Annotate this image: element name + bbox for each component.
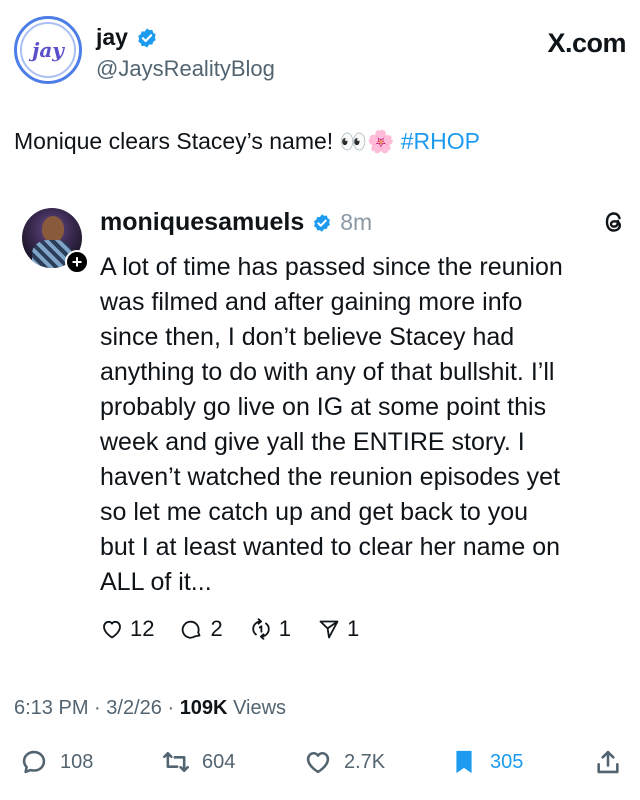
- post-line: haven’t watched the reunion episodes yet: [100, 463, 561, 491]
- comment-icon: [182, 620, 201, 639]
- views-label: Views: [233, 697, 287, 719]
- tweet-action-bar: 108 604 2.7K 305: [14, 744, 626, 780]
- tweet-text-body: Monique clears Stacey’s name!: [14, 128, 340, 154]
- share-button[interactable]: [594, 744, 622, 780]
- author-avatar-logo: jay: [20, 22, 76, 78]
- follow-plus-icon[interactable]: +: [65, 250, 89, 274]
- bookmark-filled-icon: [456, 750, 472, 774]
- bookmark-count: 305: [490, 750, 524, 773]
- author-handle[interactable]: @JaysRealityBlog: [96, 56, 275, 82]
- embedded-reply-count: 2: [210, 616, 223, 641]
- repost-icon: [252, 618, 270, 640]
- embedded-timestamp: 8m: [340, 209, 373, 235]
- embedded-display-name[interactable]: moniquesamuels: [100, 208, 304, 237]
- avatar-face-shape: [42, 216, 64, 242]
- embedded-actions: 12 2 1 1: [100, 616, 359, 642]
- embedded-repost-count: 1: [278, 616, 291, 641]
- repost-count: 604: [202, 750, 236, 773]
- author-name-row: jay: [96, 24, 158, 51]
- tweet-text: Monique clears Stacey’s name! 👀🌸 #RHOP: [14, 124, 480, 159]
- verified-badge-icon: [138, 27, 156, 48]
- post-line: ALL of it...: [100, 568, 212, 596]
- meta-separator: ·: [167, 697, 175, 719]
- embedded-repost-button[interactable]: 1: [249, 616, 291, 642]
- send-icon: [319, 620, 339, 639]
- x-brand-logo: X.com: [547, 28, 626, 58]
- like-button[interactable]: 2.7K: [304, 744, 385, 780]
- share-icon: [597, 750, 619, 774]
- reply-icon: [22, 750, 46, 774]
- post-line: anything to do with any of that bullshit…: [100, 358, 555, 386]
- views-count[interactable]: 109K: [180, 697, 228, 719]
- post-line: week and give yall the ENTIRE story. I: [100, 428, 525, 456]
- post-line: since then, I don’t believe Stacey had: [100, 323, 515, 351]
- embedded-like-button[interactable]: 12: [100, 616, 154, 642]
- embedded-share-count: 1: [346, 616, 360, 641]
- post-line: but I at least wanted to clear her name …: [100, 533, 560, 561]
- tweet-meta: 6:13 PM · 3/2/26 · 109K Views: [14, 697, 286, 720]
- threads-logo-icon[interactable]: [602, 210, 626, 234]
- post-line: was filmed and after gaining more info: [100, 288, 523, 316]
- author-avatar[interactable]: jay: [14, 16, 82, 84]
- eyes-flower-emoji: 👀🌸: [339, 129, 395, 154]
- tweet-time[interactable]: 6:13 PM: [14, 697, 88, 719]
- reply-count: 108: [60, 750, 94, 773]
- embedded-post: + moniquesamuels 8m A lot of time has pa…: [22, 196, 626, 666]
- hashtag-link[interactable]: #RHOP: [401, 128, 480, 154]
- embedded-reply-button[interactable]: 2: [180, 616, 223, 642]
- embedded-name-row: moniquesamuels 8m: [100, 208, 372, 237]
- reply-button[interactable]: 108: [20, 744, 93, 780]
- embedded-share-button[interactable]: 1: [317, 616, 359, 642]
- embedded-like-count: 12: [130, 616, 155, 641]
- repost-button[interactable]: 604: [162, 744, 235, 780]
- heart-icon: [103, 620, 121, 639]
- post-line: probably go live on IG at some point thi…: [100, 393, 547, 421]
- embedded-post-body: A lot of time has passed since the reuni…: [100, 250, 626, 600]
- retweet-icon: [163, 751, 189, 773]
- tweet-date[interactable]: 3/2/26: [106, 697, 162, 719]
- bookmark-button[interactable]: 305: [450, 744, 523, 780]
- like-count: 2.7K: [344, 750, 386, 773]
- post-line: so let me catch up and get back to you: [100, 498, 529, 526]
- heart-icon: [306, 751, 330, 774]
- author-display-name[interactable]: jay: [96, 24, 128, 51]
- verified-badge-icon: [314, 213, 331, 232]
- meta-separator: ·: [94, 697, 101, 719]
- tweet-header: jay jay @JaysRealityBlog X.com: [14, 14, 626, 94]
- post-line: A lot of time has passed since the reuni…: [100, 253, 563, 281]
